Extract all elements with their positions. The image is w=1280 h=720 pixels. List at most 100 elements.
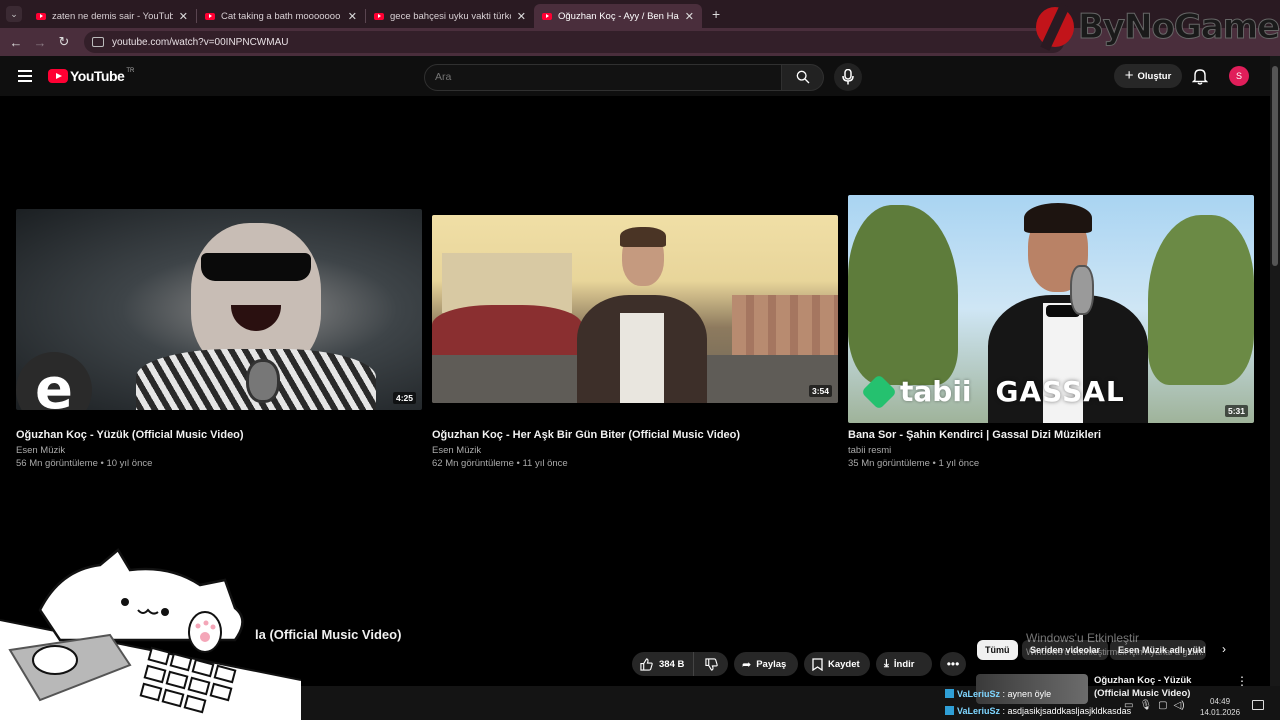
share-label: Paylaş — [756, 658, 787, 670]
browser-tab-2[interactable]: Cat taking a bath mooooooo m ✕ — [197, 4, 365, 28]
chat-message: VaLeriuSz : aynen öyle — [945, 689, 1051, 699]
save-button[interactable]: Kaydet — [804, 652, 870, 676]
thumbs-up-icon — [640, 657, 653, 671]
tabii-logo-icon — [860, 373, 898, 410]
microphone — [1070, 265, 1094, 315]
browser-tab-3[interactable]: gece bahçesi uyku vakti türkçe ✕ — [366, 4, 534, 28]
volume-icon[interactable]: ◁) — [1174, 700, 1185, 711]
video-meta-1: 56 Mn görüntüleme • 10 yıl önce — [16, 458, 153, 469]
chip-all[interactable]: Tümü — [977, 640, 1018, 660]
youtube-favicon-icon — [205, 12, 215, 20]
brand-word: tabii — [900, 375, 972, 408]
like-button[interactable]: 384 B — [632, 652, 694, 676]
dislike-button[interactable] — [694, 657, 728, 671]
chat-message: VaLeriuSz : asdjasikjsaddkasljasjkldkasd… — [945, 706, 1131, 716]
download-icon: ⤓ — [884, 657, 889, 670]
activation-title: Windows'u Etkinleştir — [1026, 631, 1139, 645]
bynogame-logo-icon — [1036, 7, 1074, 47]
tab-title: zaten ne demis sair - YouTube — [52, 10, 173, 22]
clock-time: 04:49 — [1210, 697, 1231, 706]
bongo-cat-overlay — [0, 548, 301, 720]
chat-text: : aynen öyle — [1002, 689, 1052, 699]
share-button[interactable]: ➦ Paylaş — [734, 652, 798, 676]
bynogame-watermark: ByNoGame — [1036, 0, 1280, 54]
create-label: Oluştur — [1137, 70, 1172, 82]
video-duration: 4:25 — [392, 392, 416, 404]
tab-title: Oğuzhan Koç - Ayy / Ben Halı — [558, 10, 679, 22]
watermark-text: ByNoGame — [1077, 7, 1280, 48]
network-icon[interactable]: ▢ — [1158, 700, 1167, 711]
system-tray: ▭ 🎙 ▢ ◁) — [1124, 700, 1185, 711]
channel-name-1[interactable]: Esen Müzik — [16, 445, 65, 456]
video-title-1[interactable]: Oğuzhan Koç - Yüzük (Official Music Vide… — [16, 429, 244, 441]
sunglasses — [201, 253, 311, 281]
search-input[interactable] — [424, 63, 782, 91]
chat-username: VaLeriuSz — [957, 706, 1001, 716]
chevron-right-icon[interactable]: › — [1222, 642, 1226, 656]
close-icon[interactable]: ✕ — [517, 10, 526, 23]
tab-search-button[interactable]: ⌄ — [6, 6, 22, 22]
account-avatar[interactable]: S — [1229, 66, 1249, 86]
more-actions-button[interactable]: ••• — [940, 652, 966, 676]
video-thumbnail-2[interactable]: 3:54 — [432, 215, 838, 403]
youtube-favicon-icon — [542, 12, 552, 20]
video-duration: 5:31 — [1224, 405, 1248, 417]
plus-icon: + — [1124, 67, 1134, 84]
url-field[interactable]: youtube.com/watch?v=00INPNCWMAU — [84, 31, 1064, 53]
youtube-logo[interactable]: YouTube TR — [48, 68, 134, 84]
cat-eye-right — [161, 608, 169, 616]
close-icon[interactable]: ✕ — [348, 10, 357, 23]
voice-search-button[interactable] — [834, 63, 862, 91]
menu-icon[interactable] — [18, 70, 32, 82]
notifications-bell-icon[interactable] — [1192, 68, 1208, 85]
search-button[interactable] — [782, 63, 824, 91]
show-word: GASSAL — [995, 375, 1125, 408]
youtube-wordmark: YouTube — [70, 68, 125, 84]
new-tab-button[interactable]: + — [712, 6, 720, 22]
chat-text: : asdjasikjsaddkasljasjkldkasdas — [1002, 706, 1132, 716]
microphone-icon — [842, 69, 854, 85]
channel-name-3[interactable]: tabii resmi — [848, 445, 891, 456]
microphone — [246, 359, 280, 403]
channel-name-2[interactable]: Esen Müzik — [432, 445, 481, 456]
search-icon — [796, 70, 809, 84]
download-label: İndir — [893, 658, 915, 670]
youtube-favicon-icon — [36, 12, 46, 20]
create-button[interactable]: + Oluştur — [1114, 64, 1182, 88]
notification-center-icon[interactable] — [1252, 700, 1264, 710]
clock-date: 14.01.2026 — [1200, 708, 1241, 717]
windows-activation-notice: Windows'u Etkinleştir Windows'u etkinleş… — [1026, 631, 1204, 657]
site-info-icon[interactable] — [92, 37, 104, 47]
video-title-3[interactable]: Bana Sor - Şahin Kendirci | Gassal Dizi … — [848, 429, 1101, 441]
thumbs-down-icon — [704, 657, 718, 671]
taskbar-clock[interactable]: 04:49 14.01.2026 — [1200, 696, 1240, 718]
reload-icon[interactable]: ↻ — [52, 34, 76, 50]
close-icon[interactable]: ✕ — [685, 10, 694, 23]
cat-paw-left — [32, 645, 78, 675]
scrollbar-thumb[interactable] — [1272, 66, 1278, 266]
youtube-header: YouTube TR + Oluştur S — [0, 56, 1270, 96]
browser-tab-4-active[interactable]: Oğuzhan Koç - Ayy / Ben Halı ✕ — [534, 4, 702, 28]
app-tray-icon[interactable]: ▭ — [1124, 700, 1133, 711]
download-button[interactable]: ⤓ İndir — [876, 652, 932, 676]
youtube-favicon-icon — [374, 12, 384, 20]
forward-arrow-icon[interactable]: → — [28, 35, 52, 50]
close-icon[interactable]: ✕ — [179, 10, 188, 23]
tab-title: Cat taking a bath mooooooo m — [221, 10, 342, 22]
scrollbar[interactable] — [1270, 56, 1280, 686]
video-duration: 3:54 — [808, 385, 832, 397]
microphone-tray-icon[interactable]: 🎙 — [1139, 700, 1152, 711]
video-thumbnail-1[interactable]: e 4:25 — [16, 209, 422, 410]
back-arrow-icon[interactable]: ← — [4, 35, 28, 50]
save-label: Kaydet — [828, 658, 860, 670]
tab-title: gece bahçesi uyku vakti türkçe — [390, 10, 511, 22]
video-title-2[interactable]: Oğuzhan Koç - Her Aşk Bir Gün Biter (Off… — [432, 429, 740, 441]
share-arrow-icon: ➦ — [742, 658, 752, 671]
cat-eye-left — [121, 598, 129, 606]
search-bar — [424, 63, 862, 91]
chat-username: VaLeriuSz — [957, 689, 1001, 699]
browser-tab-1[interactable]: zaten ne demis sair - YouTube ✕ — [28, 4, 196, 28]
activation-subtitle: Windows'u etkinleştirmek için Ayarlar'a … — [1026, 647, 1204, 657]
video-thumbnail-3[interactable]: tabii GASSAL 5:31 — [848, 195, 1254, 423]
kebab-menu-icon[interactable]: ⋮ — [1236, 674, 1248, 688]
